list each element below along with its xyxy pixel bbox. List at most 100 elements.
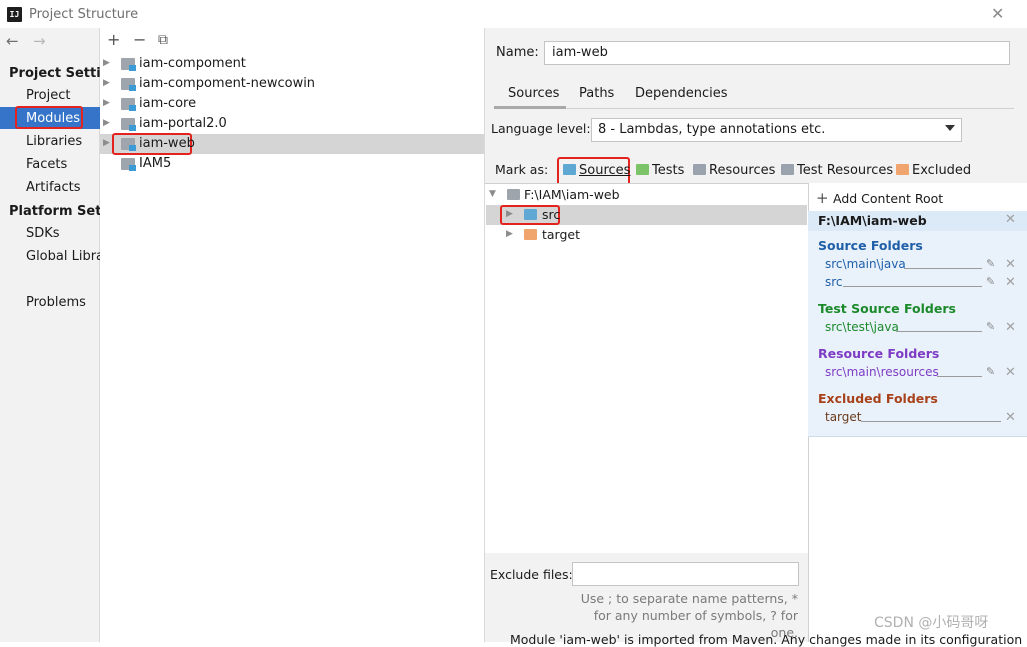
- mark-excluded-button[interactable]: Excluded: [896, 163, 971, 178]
- test-resources-folder-icon: [781, 164, 794, 175]
- tree-item-src[interactable]: src: [542, 207, 560, 222]
- sidebar-item-modules[interactable]: Modules: [26, 111, 100, 126]
- remove-module-button[interactable]: −: [133, 30, 146, 49]
- exclude-files-label: Exclude files:: [490, 567, 573, 582]
- tests-folder-icon: [636, 164, 649, 175]
- maven-import-note: Module 'iam-web' is imported from Maven.…: [510, 632, 1023, 647]
- sidebar-item-project[interactable]: Project: [26, 88, 100, 103]
- source-folder-path: src\main\java: [825, 257, 906, 271]
- edit-pencil-icon[interactable]: ✎: [986, 365, 995, 378]
- language-level-label: Language level:: [491, 121, 591, 136]
- expand-arrow-icon[interactable]: ▶: [103, 58, 110, 68]
- source-folder-path: src: [825, 275, 843, 289]
- expand-arrow-icon[interactable]: ▶: [103, 138, 110, 148]
- mark-excluded-label: Excluded: [912, 163, 972, 178]
- edit-pencil-icon[interactable]: ✎: [986, 320, 995, 333]
- app-logo-icon: IJ: [7, 7, 22, 22]
- language-level-select[interactable]: 8 - Lambdas, type annotations etc.: [591, 118, 962, 142]
- plus-icon[interactable]: +: [816, 189, 829, 207]
- back-arrow-icon[interactable]: ←: [6, 32, 19, 50]
- active-tab-indicator: [494, 106, 566, 109]
- module-item[interactable]: iam-core: [139, 96, 196, 111]
- sidebar-item-artifacts[interactable]: Artifacts: [26, 180, 100, 195]
- module-item[interactable]: iam-portal2.0: [139, 116, 227, 131]
- path-underline: [937, 376, 982, 377]
- add-module-button[interactable]: +: [107, 30, 120, 49]
- module-item[interactable]: iam-compoment: [139, 56, 246, 71]
- expand-arrow-icon[interactable]: ▶: [506, 229, 513, 239]
- project-settings-header: Project Settings: [9, 66, 100, 81]
- add-content-root-button[interactable]: Add Content Root: [833, 191, 943, 206]
- tab-sources[interactable]: Sources: [508, 86, 559, 101]
- close-icon[interactable]: ✕: [1005, 410, 1016, 425]
- module-folder-icon: [121, 158, 136, 171]
- module-item[interactable]: IAM5: [139, 156, 171, 171]
- title-bar: IJ Project Structure ✕: [0, 0, 1027, 28]
- sources-folder-icon: [563, 164, 576, 175]
- edit-pencil-icon[interactable]: ✎: [986, 257, 995, 270]
- source-folders-heading: Source Folders: [818, 238, 923, 253]
- test-source-folder-path: src\test\java: [825, 320, 899, 334]
- resource-folders-heading: Resource Folders: [818, 346, 940, 361]
- excluded-folder-icon: [524, 229, 537, 240]
- sidebar-item-sdks[interactable]: SDKs: [26, 226, 100, 241]
- close-icon[interactable]: ✕: [991, 4, 1004, 23]
- copy-module-button[interactable]: ⧉: [158, 32, 168, 48]
- close-icon[interactable]: ✕: [1005, 212, 1016, 227]
- path-underline: [861, 421, 1001, 422]
- path-underline: [904, 268, 982, 269]
- mark-sources-label: Sources: [579, 163, 631, 178]
- module-folder-icon: [121, 58, 136, 71]
- mark-test-resources-button[interactable]: Test Resources: [781, 163, 893, 178]
- mark-tests-button[interactable]: Tests: [636, 163, 684, 178]
- excluded-folder-icon: [896, 164, 909, 175]
- resources-folder-icon: [693, 164, 706, 175]
- path-underline: [896, 331, 982, 332]
- chevron-down-icon[interactable]: [945, 125, 955, 131]
- exclude-files-input[interactable]: [572, 562, 799, 586]
- module-folder-icon: [121, 98, 136, 111]
- sidebar-item-problems[interactable]: Problems: [26, 295, 100, 310]
- expand-arrow-icon[interactable]: ▶: [103, 98, 110, 108]
- close-icon[interactable]: ✕: [1005, 365, 1016, 380]
- module-folder-icon: [121, 78, 136, 91]
- collapse-arrow-icon[interactable]: ▼: [489, 189, 496, 199]
- tabs-divider: [494, 108, 1014, 109]
- watermark: CSDN @小码哥呀: [874, 615, 989, 631]
- tree-root-label[interactable]: F:\IAM\iam-web: [524, 187, 620, 202]
- module-item[interactable]: iam-compoment-newcowin: [139, 76, 315, 91]
- source-folder-icon: [524, 209, 537, 220]
- test-source-folders-heading: Test Source Folders: [818, 301, 956, 316]
- edit-pencil-icon[interactable]: ✎: [986, 275, 995, 288]
- mark-resources-label: Resources: [709, 163, 776, 178]
- expand-arrow-icon[interactable]: ▶: [103, 118, 110, 128]
- mark-test-resources-label: Test Resources: [797, 163, 894, 178]
- excluded-folders-heading: Excluded Folders: [818, 391, 938, 406]
- close-icon[interactable]: ✕: [1005, 257, 1016, 272]
- tab-dependencies[interactable]: Dependencies: [635, 86, 728, 101]
- sidebar-item-facets[interactable]: Facets: [26, 157, 100, 172]
- expand-arrow-icon[interactable]: ▶: [103, 78, 110, 88]
- close-icon[interactable]: ✕: [1005, 275, 1016, 290]
- folder-icon: [507, 189, 520, 200]
- resource-folder-path: src\main\resources: [825, 365, 939, 379]
- sidebar-item-libraries[interactable]: Libraries: [26, 134, 100, 149]
- mark-as-label: Mark as:: [495, 162, 549, 177]
- path-underline: [843, 286, 982, 287]
- forward-arrow-icon[interactable]: →: [33, 32, 46, 50]
- sidebar-item-global-libraries[interactable]: Global Libraries: [26, 249, 100, 264]
- close-icon[interactable]: ✕: [1005, 320, 1016, 335]
- tab-paths[interactable]: Paths: [579, 86, 614, 101]
- window-title: Project Structure: [29, 7, 139, 22]
- content-root-path: F:\IAM\iam-web: [818, 213, 927, 228]
- platform-settings-header: Platform Settings: [9, 204, 100, 219]
- module-item-iam-web[interactable]: iam-web: [139, 136, 195, 151]
- excluded-folder-path: target: [825, 410, 862, 424]
- mark-tests-label: Tests: [652, 163, 685, 178]
- module-folder-icon: [121, 118, 136, 131]
- mark-sources-button[interactable]: Sources: [563, 163, 630, 178]
- module-name-input[interactable]: iam-web: [544, 41, 1010, 65]
- name-label: Name:: [496, 45, 539, 60]
- mark-resources-button[interactable]: Resources: [693, 163, 775, 178]
- tree-item-target[interactable]: target: [542, 227, 580, 242]
